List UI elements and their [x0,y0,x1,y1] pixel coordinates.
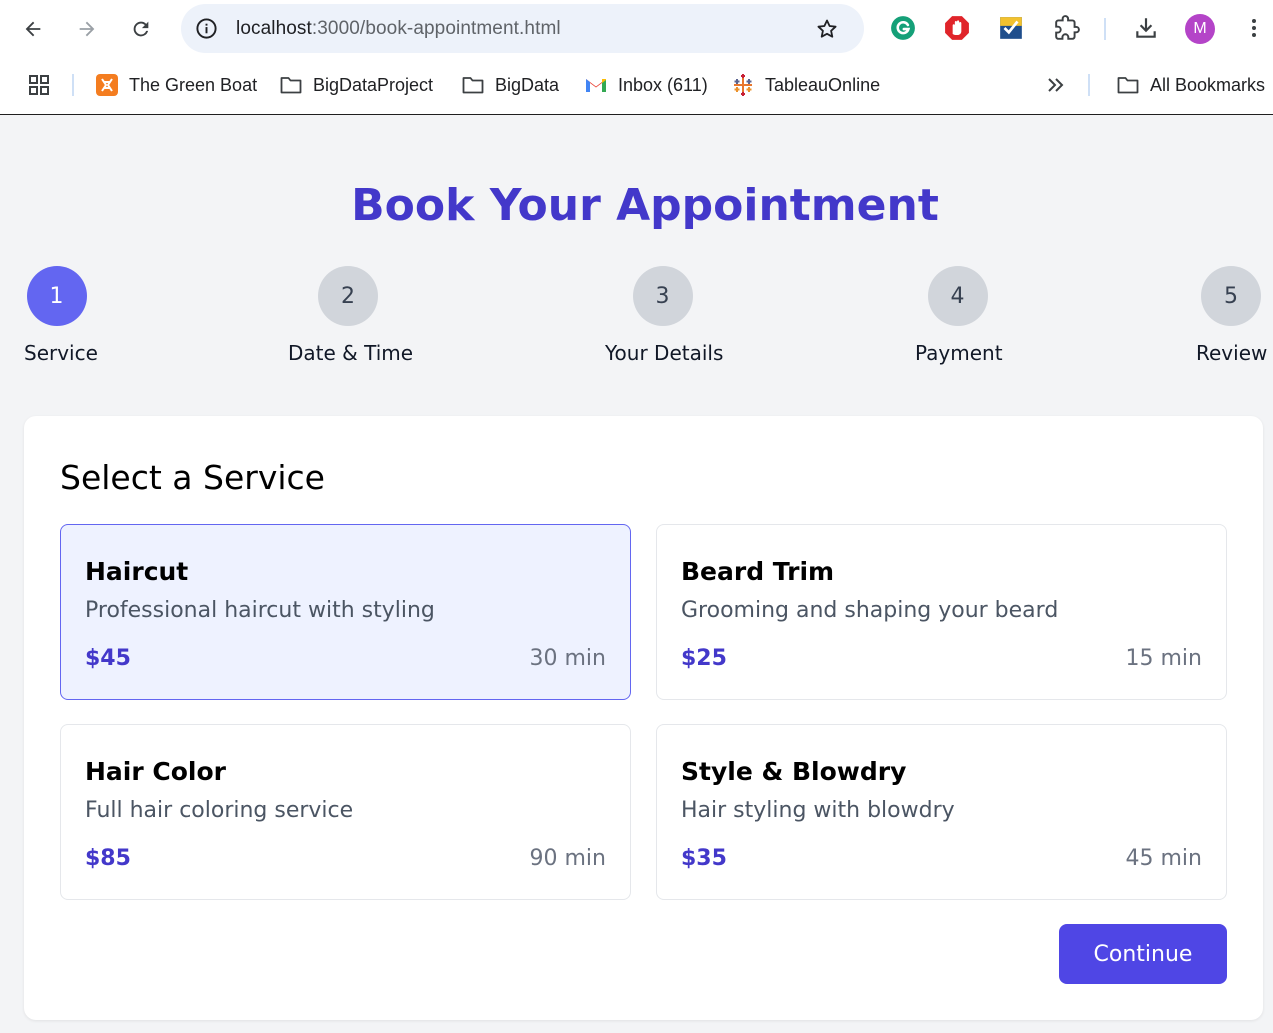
continue-button[interactable]: Continue [1059,924,1227,984]
folder-icon [280,77,302,94]
arrow-right-icon [79,21,95,37]
arrow-left-icon [25,21,41,37]
bookmark-tableauonline[interactable]: TableauOnline [731,72,880,98]
adblock-extension-icon[interactable] [942,13,972,43]
bookmark-label: BigDataProject [313,74,434,95]
url-text[interactable]: localhost:3000/book-appointment.html [236,18,561,40]
service-price: $85 [85,846,131,871]
step-your-details[interactable]: 3 Your Details [605,266,724,365]
gmail-icon [586,79,606,92]
tableau-logo-icon [734,74,752,96]
service-duration: 15 min [1125,646,1202,671]
step-label: Service [24,341,98,365]
all-bookmarks-folder[interactable]: All Bookmarks [1116,72,1265,98]
step-date-time[interactable]: 2 Date & Time [288,266,414,365]
bookmark-folder-bigdataproject[interactable]: BigDataProject [279,72,433,98]
step-payment[interactable]: 4 Payment [915,266,1003,365]
address-bar[interactable]: localhost:3000/book-appointment.html [181,4,864,53]
back-button[interactable] [15,11,51,47]
site-info-icon[interactable] [195,17,218,40]
reload-icon [133,21,149,37]
profile-avatar[interactable]: M [1185,14,1215,44]
step-number-circle: 5 [1201,266,1261,326]
service-description: Full hair coloring service [85,798,354,823]
bookmarks-divider [72,74,74,96]
toolbar-divider [1104,18,1106,40]
bookmark-label: BigData [495,74,560,95]
bookmarks-bar: The Green Boat BigDataProject BigData In… [0,58,1273,115]
service-name: Haircut [85,557,189,586]
service-selection-card: Select a Service Haircut Professional ha… [24,416,1263,1020]
step-label: Your Details [605,341,724,365]
step-review[interactable]: 5 Review [1196,266,1268,365]
extensions-puzzle-icon[interactable] [1052,13,1082,43]
reload-button[interactable] [123,11,159,47]
bookmark-folder-bigdata[interactable]: BigData [461,72,559,98]
bookmark-star-icon[interactable] [815,17,839,41]
step-service[interactable]: 1 Service [24,266,98,365]
grammarly-extension-icon[interactable] [888,13,918,43]
forward-button[interactable] [69,11,105,47]
step-number-circle: 3 [632,266,693,326]
step-number-circle: 4 [927,266,988,326]
service-description: Professional haircut with styling [85,598,435,623]
service-option-haircut[interactable]: Haircut Professional haircut with stylin… [60,524,631,700]
service-price: $25 [681,646,727,671]
downloads-icon[interactable] [1131,13,1161,43]
checklist-extension-icon[interactable] [996,13,1026,43]
browser-menu-icon[interactable] [1239,13,1269,43]
service-price: $35 [681,846,727,871]
step-number-circle: 2 [318,266,378,326]
step-label: Payment [915,341,1003,365]
service-duration: 45 min [1125,846,1202,871]
folder-icon [462,77,484,94]
url-path: :3000/book-appointment.html [311,18,561,39]
section-title: Select a Service [60,458,325,497]
bookmark-gmail-inbox[interactable]: Inbox (611) [584,72,708,98]
browser-toolbar: localhost:3000/book-appointment.html M [0,0,1273,58]
bookmark-label: TableauOnline [765,74,881,95]
bookmark-label: The Green Boat [129,74,258,95]
service-description: Hair styling with blowdry [681,798,955,823]
bookmark-the-green-boat[interactable]: The Green Boat [95,72,257,98]
service-duration: 30 min [529,646,606,671]
service-description: Grooming and shaping your beard [681,598,1059,623]
xampp-logo-icon [96,74,118,96]
step-label: Date & Time [288,341,414,365]
step-number-circle: 1 [26,266,87,326]
bookmark-label: All Bookmarks [1150,74,1266,95]
page-title: Book Your Appointment [351,180,939,231]
service-name: Style & Blowdry [681,757,907,786]
service-option-hair-color[interactable]: Hair Color Full hair coloring service $8… [60,724,631,900]
service-name: Hair Color [85,757,226,786]
service-option-beard-trim[interactable]: Beard Trim Grooming and shaping your bea… [656,524,1227,700]
service-duration: 90 min [529,846,606,871]
bookmarks-divider [1088,74,1090,96]
service-name: Beard Trim [681,557,835,586]
folder-icon [1117,77,1139,94]
step-label: Review [1196,341,1268,365]
url-host: localhost [236,18,312,39]
service-price: $45 [85,646,131,671]
service-option-style-blowdry[interactable]: Style & Blowdry Hair styling with blowdr… [656,724,1227,900]
bookmarks-overflow-chevron-icon[interactable] [1044,72,1068,98]
bookmark-label: Inbox (611) [618,74,708,95]
apps-grid-icon[interactable] [27,72,51,98]
